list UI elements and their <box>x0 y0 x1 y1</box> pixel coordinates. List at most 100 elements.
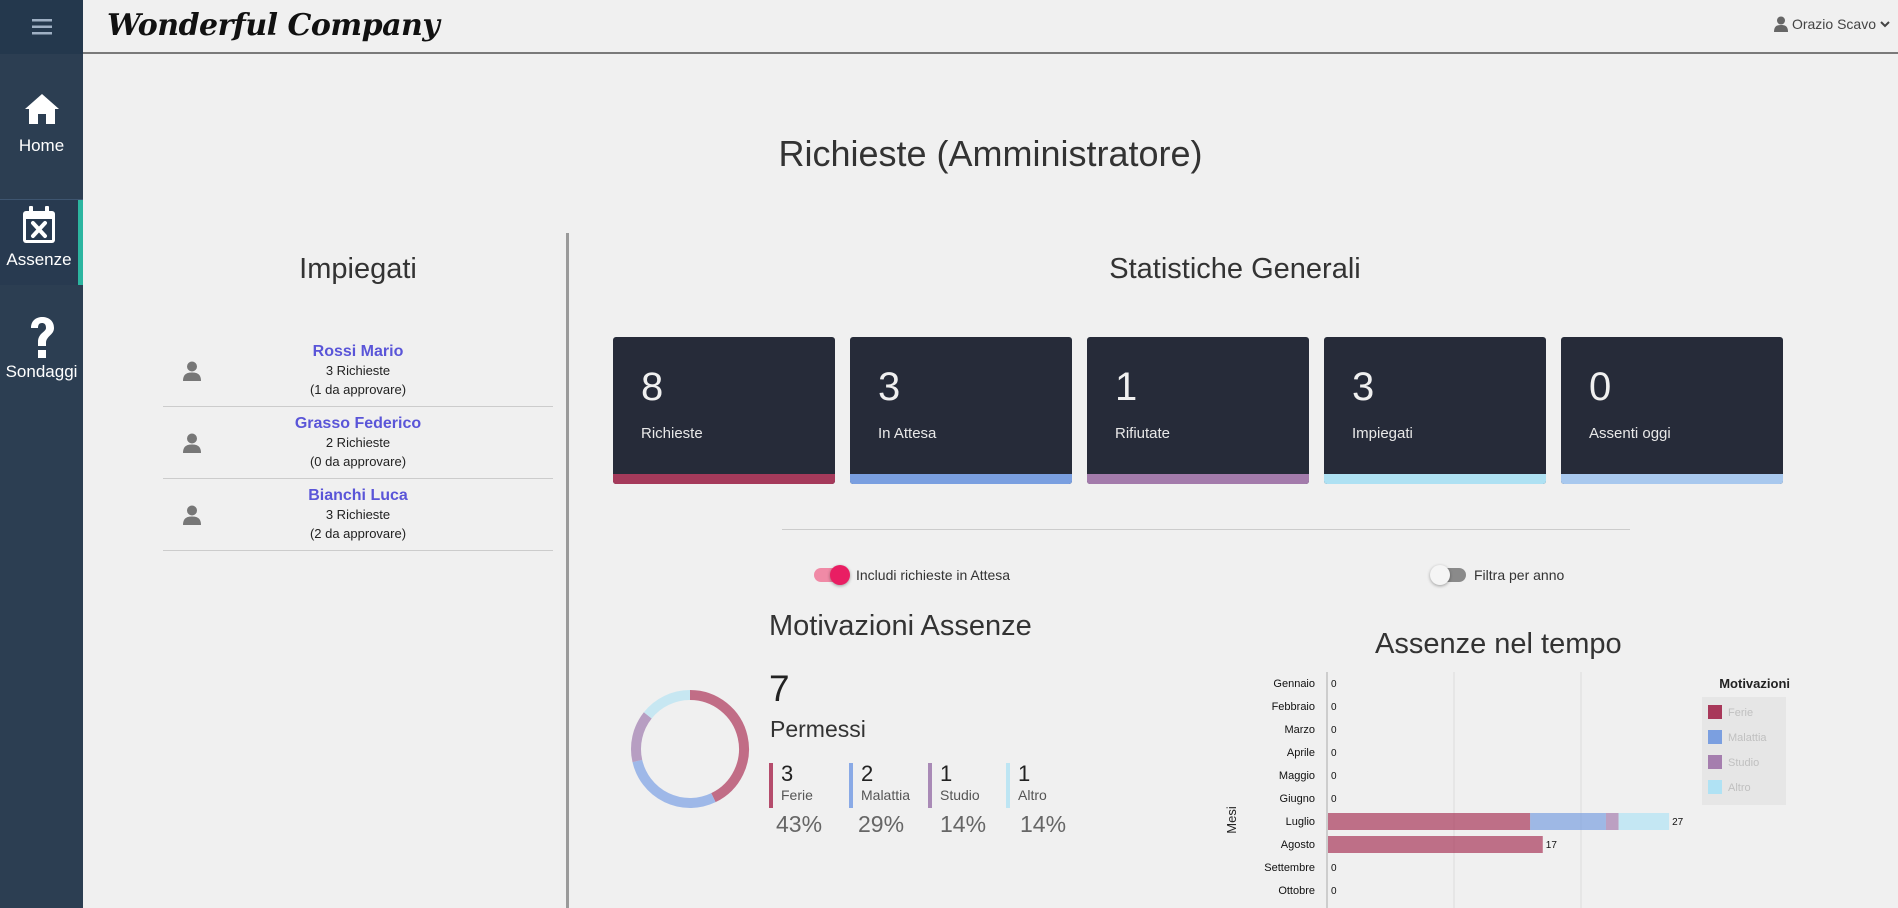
motivazione-count: 1 <box>940 761 953 786</box>
data-label: 0 <box>1331 702 1337 713</box>
motivazioni-title: Motivazioni Assenze <box>769 610 1032 642</box>
motivazione-pct: 43% <box>776 811 823 837</box>
tick-label: Ottobre <box>1278 885 1315 897</box>
user-icon <box>183 505 201 525</box>
legend-swatch <box>1708 730 1722 744</box>
donut-slice-altro <box>643 690 691 719</box>
motivazione-count: 2 <box>861 761 874 786</box>
stat-value: 3 <box>1352 365 1375 409</box>
employee-name[interactable]: Rossi Mario <box>163 342 553 361</box>
legend-swatch <box>1708 755 1722 769</box>
employee-item[interactable]: Bianchi Luca 3 Richieste (2 da approvare… <box>163 479 553 551</box>
tick-label: Gennaio <box>1273 678 1315 690</box>
stat-value: 8 <box>641 365 664 409</box>
employee-name[interactable]: Bianchi Luca <box>163 486 553 505</box>
employee-item[interactable]: Rossi Mario 3 Richieste (1 da approvare) <box>163 335 553 407</box>
sidebar: Home Assenze Sondaggi <box>0 0 83 908</box>
employee-list: Rossi Mario 3 Richieste (1 da approvare)… <box>163 335 553 551</box>
sidebar-item-label: Assenze <box>6 250 72 269</box>
employee-pending: (2 da approvare) <box>309 526 407 541</box>
motivazione-studio: 1 Studio <box>928 763 980 808</box>
data-label: 0 <box>1331 863 1337 874</box>
data-label: 17 <box>1546 840 1558 851</box>
tick-label: Giugno <box>1280 793 1315 805</box>
user-menu[interactable]: Orazio Scavo <box>1773 16 1890 32</box>
toggle-switch[interactable] <box>1430 565 1466 585</box>
toggle-switch[interactable] <box>814 565 850 585</box>
toggle-label: Filtra per anno <box>1474 567 1565 583</box>
employee-name[interactable]: Grasso Federico <box>163 414 553 433</box>
legend-item[interactable]: Ferie <box>1728 707 1753 719</box>
tick-label: Aprile <box>1287 747 1315 759</box>
motivazione-altro: 1 Altro <box>1006 763 1047 808</box>
data-label: 0 <box>1331 771 1337 782</box>
data-label: 0 <box>1331 725 1337 736</box>
sidebar-item-label: Sondaggi <box>5 362 78 381</box>
chart-title: Assenze nel tempo <box>1375 628 1622 660</box>
legend-item[interactable]: Altro <box>1728 782 1751 794</box>
sidebar-item-assenze[interactable]: Assenze <box>0 200 83 285</box>
employee-item[interactable]: Grasso Federico 2 Richieste (0 da approv… <box>163 407 553 479</box>
stat-color-bar <box>1561 474 1783 484</box>
motivazioni-unit: Permessi <box>770 716 866 742</box>
stat-value: 0 <box>1589 365 1612 409</box>
home-icon <box>24 94 59 124</box>
toggle-label: Includi richieste in Attesa <box>856 567 1011 583</box>
data-label: 0 <box>1331 886 1337 897</box>
motivazione-pct: 29% <box>858 811 905 837</box>
divider <box>782 529 1630 530</box>
legend-title: Motivazioni <box>1719 676 1790 691</box>
stat-color-bar <box>613 474 835 484</box>
donut-slice-studio <box>631 712 652 763</box>
motivazione-pct: 14% <box>1020 811 1067 837</box>
assenze-tempo-chart: Mesi Gennaio 0 Febbraio 0 Marzo 0 Aprile 0 Maggio… <box>1224 672 1790 908</box>
tick-label: Febbraio <box>1272 701 1315 713</box>
motivazione-label: Malattia <box>861 787 911 803</box>
question-icon <box>30 317 54 358</box>
bar-altro <box>1618 813 1670 830</box>
chevron-down-icon <box>1880 21 1890 28</box>
donut-slice-malattia <box>632 759 716 808</box>
motivazione-count: 1 <box>1018 761 1031 786</box>
stat-label: Richieste <box>641 425 703 442</box>
stat-color-bar <box>850 474 1072 484</box>
bar-studio <box>1605 813 1619 830</box>
bar-ferie <box>1328 836 1543 853</box>
motivazioni-donut <box>631 690 749 808</box>
toggle-knob <box>1430 565 1450 585</box>
include-pending-toggle[interactable]: Includi richieste in Attesa <box>814 565 1011 585</box>
user-icon <box>1773 16 1788 32</box>
stat-color-bar <box>1087 474 1309 484</box>
stat-card-assenti-oggi: 0 Assenti oggi <box>1561 337 1783 484</box>
stat-card-rifiutate: 1 Rifiutate <box>1087 337 1309 484</box>
user-name: Orazio Scavo <box>1791 16 1876 32</box>
motivazione-ferie: 3 Ferie <box>769 763 813 808</box>
brand-logo[interactable]: Wonderful Company <box>107 8 440 43</box>
tick-label: Agosto <box>1281 839 1315 851</box>
motivazione-label: Ferie <box>781 787 813 803</box>
employee-requests: 3 Richieste <box>325 363 391 378</box>
stat-card-richieste: 8 Richieste <box>613 337 835 484</box>
legend-item[interactable]: Studio <box>1728 757 1759 769</box>
page-title: Richieste (Amministratore) <box>778 133 1203 174</box>
menu-toggle-button[interactable] <box>0 0 83 54</box>
motivazione-label: Altro <box>1018 787 1047 803</box>
sidebar-item-home[interactable]: Home <box>0 92 83 172</box>
legend-swatch <box>1708 705 1722 719</box>
toggle-knob <box>830 565 850 585</box>
stat-value: 1 <box>1115 365 1138 409</box>
stat-label: Impiegati <box>1352 425 1413 442</box>
motivazione-pct: 14% <box>940 811 987 837</box>
employees-title: Impiegati <box>299 253 417 285</box>
legend-item[interactable]: Malattia <box>1728 732 1767 744</box>
y-axis-label: Mesi <box>1224 806 1239 834</box>
employee-requests: 3 Richieste <box>325 507 391 522</box>
sidebar-item-label: Home <box>18 136 65 155</box>
stat-label: Rifiutate <box>1115 425 1171 442</box>
employee-pending: (0 da approvare) <box>309 454 407 469</box>
filter-year-toggle[interactable]: Filtra per anno <box>1430 565 1565 585</box>
tick-label: Maggio <box>1279 770 1315 782</box>
motivazione-count: 3 <box>781 761 794 786</box>
sidebar-item-sondaggi[interactable]: Sondaggi <box>0 316 83 396</box>
calendar-x-icon <box>23 206 55 243</box>
